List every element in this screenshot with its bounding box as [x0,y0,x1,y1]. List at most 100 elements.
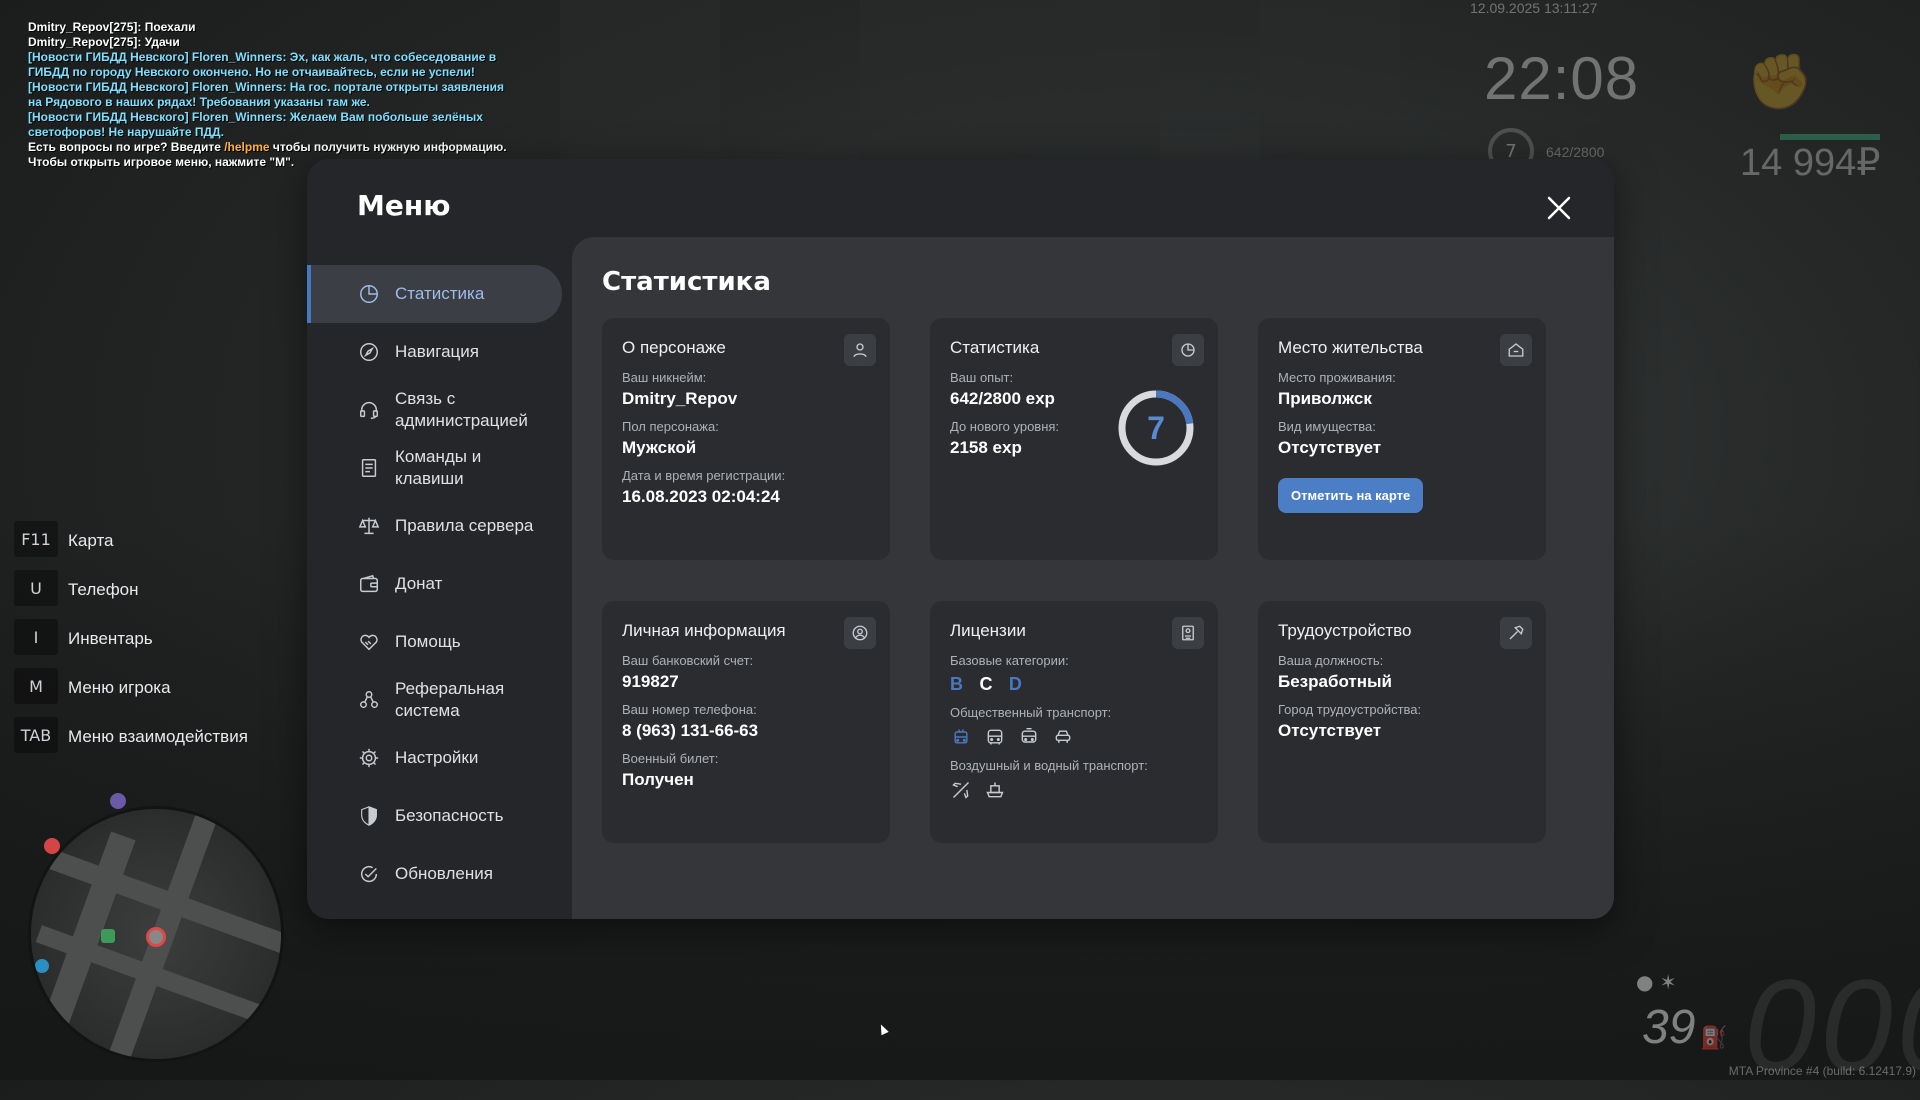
chat-line: Есть вопросы по игре? Введите /helpme чт… [28,140,508,155]
position-label: Ваша должность: [1278,653,1384,668]
menu-title: Меню [357,189,451,222]
chat-log: Dmitry_Repov[275]: Поехали Dmitry_Repov[… [28,20,508,170]
property-value: Отсутствует [1278,438,1382,457]
military-label: Военный билет: [622,751,719,766]
sidebar-item-label: Связь с администрацией [395,389,528,430]
hud-exp: 642/2800 [1546,144,1605,160]
bus-icon [984,726,1006,748]
residence-place-label: Место проживания: [1278,370,1396,385]
check-circle-icon [357,862,381,886]
mark-on-map-button[interactable]: Отметить на карте [1278,478,1424,513]
user-circle-icon [844,617,876,649]
sidebar-item-donate[interactable]: Донат [307,555,562,613]
taxi-icon [1052,726,1074,748]
air-water-transport-label: Воздушный и водный транспорт: [950,758,1148,773]
sidebar-item-label: Правила сервера [395,516,534,535]
build-info: MTA Province #4 (build: 6.12417.9) [1728,1064,1916,1078]
airplane-icon [950,779,972,801]
sidebar-item-statistics[interactable]: Статистика [307,265,562,323]
hotkey-key: I [14,619,58,655]
hammer-icon [1500,617,1532,649]
menu-sidebar: Статистика Навигация Связь с администрац… [307,265,562,903]
sidebar-item-label: Обновления [395,864,493,883]
seatbelt-icon: ● ✶ [1636,970,1677,994]
sidebar-item-commands[interactable]: Команды и клавиши [307,439,562,497]
card-title: Место жительства [1278,338,1423,357]
background-building [1260,0,1400,160]
chat-text: Есть вопросы по игре? Введите [28,140,225,154]
sidebar-item-server-rules[interactable]: Правила сервера [307,497,562,555]
hotkey-inventory: I Инвентарь [14,619,153,655]
card-character: О персонаже Ваш никнейм: Dmitry_Repov По… [602,318,890,560]
residence-place-value: Приволжск [1278,389,1372,408]
sidebar-item-settings[interactable]: Настройки [307,729,562,787]
hotkey-label: Телефон [68,580,139,599]
sidebar-item-contact-admin[interactable]: Связь с администрацией [307,381,562,439]
employment-city-label: Город трудоустройства: [1278,702,1422,717]
bank-account-label: Ваш банковский счет: [622,653,754,668]
card-title: Лицензии [950,621,1026,640]
sidebar-item-label: Настройки [395,748,479,767]
id-card-icon [1172,617,1204,649]
card-title: О персонаже [622,338,726,357]
fist-icon: ✊ [1746,50,1814,113]
sidebar-item-updates[interactable]: Обновления [307,845,562,903]
employment-city-value: Отсутствует [1278,721,1382,740]
hotkey-key: U [14,570,58,606]
gender-value: Мужской [622,438,697,457]
registration-label: Дата и время регистрации: [622,468,786,483]
card-residence: Место жительства Место проживания: Приво… [1258,318,1546,560]
hud-money: 14 994₽ [1740,142,1881,184]
nickname-label: Ваш никнейм: [622,370,707,385]
content-panel: Статистика О персонаже Ваш никнейм: Dmit… [572,237,1614,919]
hotkey-label: Меню игрока [68,678,171,697]
card-licenses: Лицензии Базовые категории: B C D Общест… [930,601,1218,843]
minimap [28,806,284,1062]
public-transport-icons [950,726,1198,748]
user-icon [844,334,876,366]
sidebar-item-security[interactable]: Безопасность [307,787,562,845]
exp-label: Ваш опыт: [950,370,1014,385]
hotkey-map: F11 Карта [14,521,114,557]
pie-chart-icon [1172,334,1204,366]
hotkey-key: M [14,668,58,704]
tram-icon [1018,726,1040,748]
gear-icon [357,746,381,770]
blip-icon [35,959,49,973]
hotkey-phone: U Телефон [14,570,139,606]
pie-chart-icon [357,282,381,306]
hud-clock: 22:08 [1484,45,1640,112]
chat-command: /helpme [224,140,270,154]
hotkey-label: Карта [68,531,114,550]
chat-line: [Новости ГИБДД Невского] Floren_Winners:… [28,50,497,79]
registration-value: 16.08.2023 02:04:24 [622,487,780,506]
hotkey-key: TAB [14,717,58,753]
hotkey-key: F11 [14,521,58,557]
background-building [860,0,1160,180]
sidebar-item-label: Навигация [395,342,479,361]
card-statistics: Статистика Ваш опыт: 642/2800 exp До нов… [930,318,1218,560]
license-category-d: D [1008,674,1022,694]
card-title: Личная информация [622,621,786,640]
sidebar-item-referral[interactable]: Реферальная система [307,671,562,729]
wallet-icon [357,572,381,596]
close-icon [1547,196,1571,220]
sidebar-item-navigation[interactable]: Навигация [307,323,562,381]
sidebar-item-label: Донат [395,574,443,593]
player-menu-window: Меню Статистика Навигация Связь с админи… [307,159,1614,919]
phone-value: 8 (963) 131-66-63 [622,721,759,740]
sidebar-item-label: Реферальная система [395,679,505,720]
property-label: Вид имущества: [1278,419,1376,434]
chat-text: чтобы получить нужную информацию. [269,140,507,154]
chat-line: Dmitry_Repov[275]: Удачи [28,35,180,49]
license-category-b: B [950,674,963,694]
license-category-c: C [979,674,993,694]
close-button[interactable] [1542,191,1576,225]
chat-line: [Новости ГИБДД Невского] Floren_Winners:… [28,80,505,109]
scales-icon [357,514,381,538]
sidebar-item-help[interactable]: Помощь [307,613,562,671]
sidebar-item-label: Статистика [395,284,485,303]
chat-line: Dmitry_Repov[275]: Поехали [28,20,196,34]
house-icon [1500,334,1532,366]
card-title: Статистика [950,338,1040,357]
